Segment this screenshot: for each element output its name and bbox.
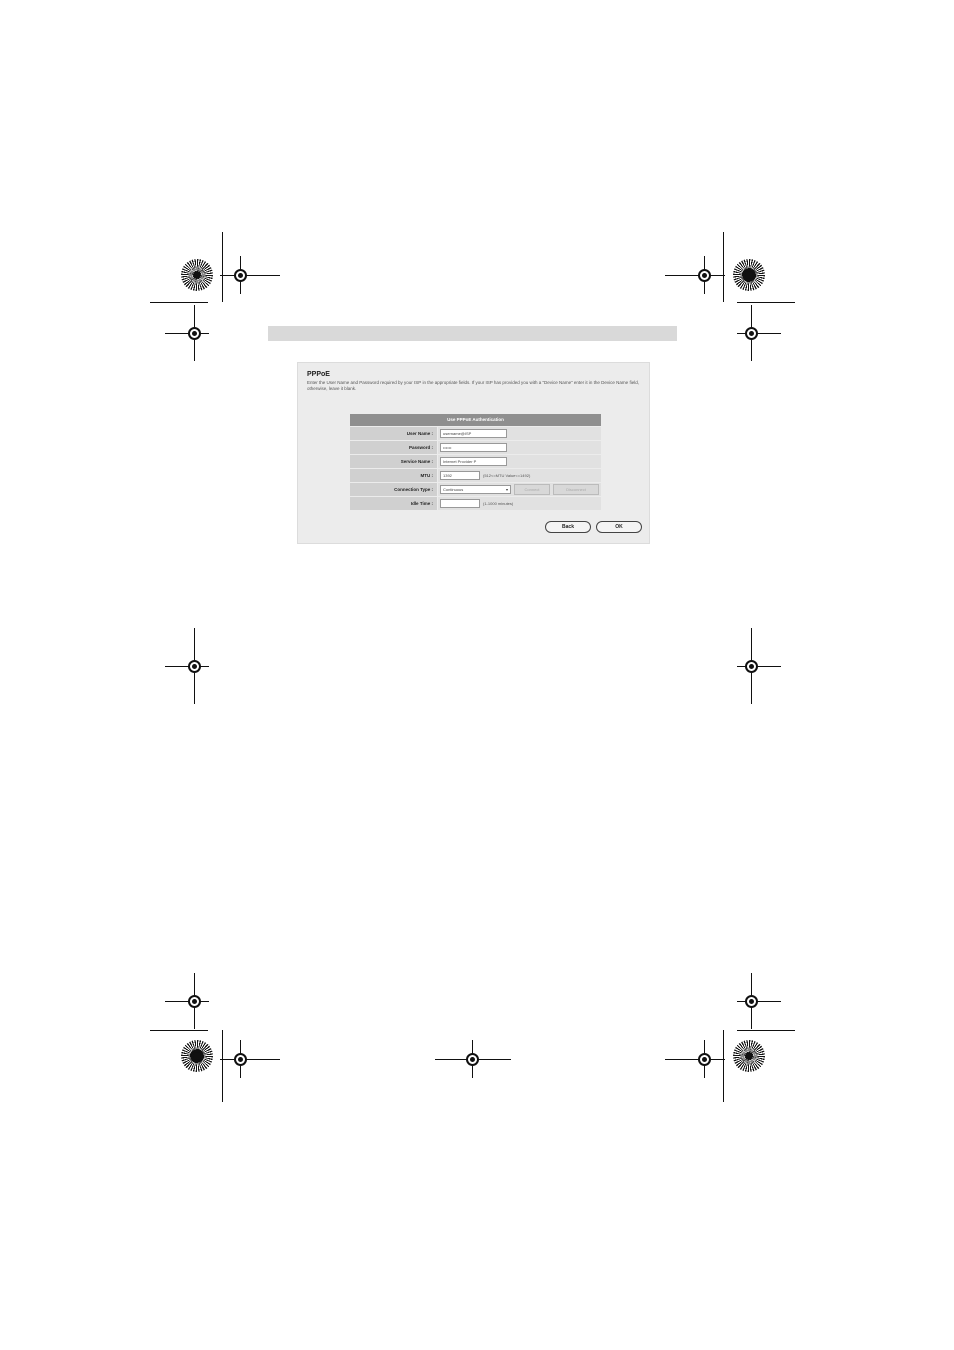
chevron-down-icon: ▾ bbox=[505, 486, 508, 492]
connection-type-select[interactable]: Continuous ▾ bbox=[440, 485, 511, 494]
crosshair-target-icon bbox=[165, 305, 209, 361]
mtu-hint: (512<=MTU Value<=1492) bbox=[483, 473, 531, 478]
pppoe-screenshot: PPPoE Enter the User Name and Password r… bbox=[297, 362, 650, 544]
crosshair-target-icon bbox=[220, 256, 280, 294]
page-description: Enter the User Name and Password require… bbox=[307, 380, 639, 391]
table-row: Idle Time : (1-1000 minutes) bbox=[350, 497, 601, 510]
table-row: MTU : 1392 (512<=MTU Value<=1492) bbox=[350, 469, 601, 482]
pppoe-settings-table: Use PPPoE Authentication User Name : use… bbox=[350, 414, 601, 510]
idle-time-hint: (1-1000 minutes) bbox=[483, 501, 514, 506]
connect-button[interactable]: Connect bbox=[514, 484, 550, 495]
connection-type-label: Connection Type : bbox=[350, 483, 437, 496]
table-row: Connection Type : Continuous ▾ Connect D… bbox=[350, 483, 601, 496]
password-input[interactable]: •••••• bbox=[440, 443, 507, 452]
starburst-wheel-icon bbox=[733, 259, 765, 291]
crop-line bbox=[737, 302, 795, 303]
disconnect-button[interactable]: Disconnect bbox=[553, 484, 599, 495]
crosshair-target-icon bbox=[665, 1040, 725, 1078]
crosshair-target-icon bbox=[737, 628, 781, 704]
starburst-wheel-icon bbox=[181, 1040, 213, 1072]
table-row: Service Name : Internet Provider P bbox=[350, 455, 601, 468]
crop-line bbox=[150, 302, 208, 303]
user-name-label: User Name : bbox=[350, 427, 437, 440]
crosshair-target-icon bbox=[165, 628, 209, 704]
table-title: Use PPPoE Authentication bbox=[350, 414, 601, 426]
crosshair-target-icon bbox=[220, 1040, 280, 1078]
service-name-input[interactable]: Internet Provider P bbox=[440, 457, 507, 466]
idle-time-input[interactable] bbox=[440, 499, 480, 508]
table-row: Password : •••••• bbox=[350, 441, 601, 454]
ok-button[interactable]: OK bbox=[596, 521, 642, 533]
table-row: User Name : username@ISP bbox=[350, 427, 601, 440]
mtu-input[interactable]: 1392 bbox=[440, 471, 480, 480]
starburst-wheel-icon bbox=[181, 259, 213, 291]
crosshair-target-icon bbox=[737, 305, 781, 361]
crosshair-target-icon bbox=[737, 973, 781, 1029]
page-title: PPPoE bbox=[307, 371, 330, 378]
crop-line bbox=[150, 1030, 208, 1031]
idle-time-label: Idle Time : bbox=[350, 497, 437, 510]
user-name-input[interactable]: username@ISP bbox=[440, 429, 507, 438]
password-label: Password : bbox=[350, 441, 437, 454]
starburst-wheel-icon bbox=[733, 1040, 765, 1072]
mtu-label: MTU : bbox=[350, 469, 437, 482]
crop-line bbox=[737, 1030, 795, 1031]
crosshair-target-icon bbox=[435, 1040, 511, 1078]
page-header-bar bbox=[268, 326, 677, 341]
crosshair-target-icon bbox=[165, 973, 209, 1029]
crosshair-target-icon bbox=[665, 256, 725, 294]
service-name-label: Service Name : bbox=[350, 455, 437, 468]
connection-type-value: Continuous bbox=[443, 486, 464, 492]
back-button[interactable]: Back bbox=[545, 521, 591, 533]
